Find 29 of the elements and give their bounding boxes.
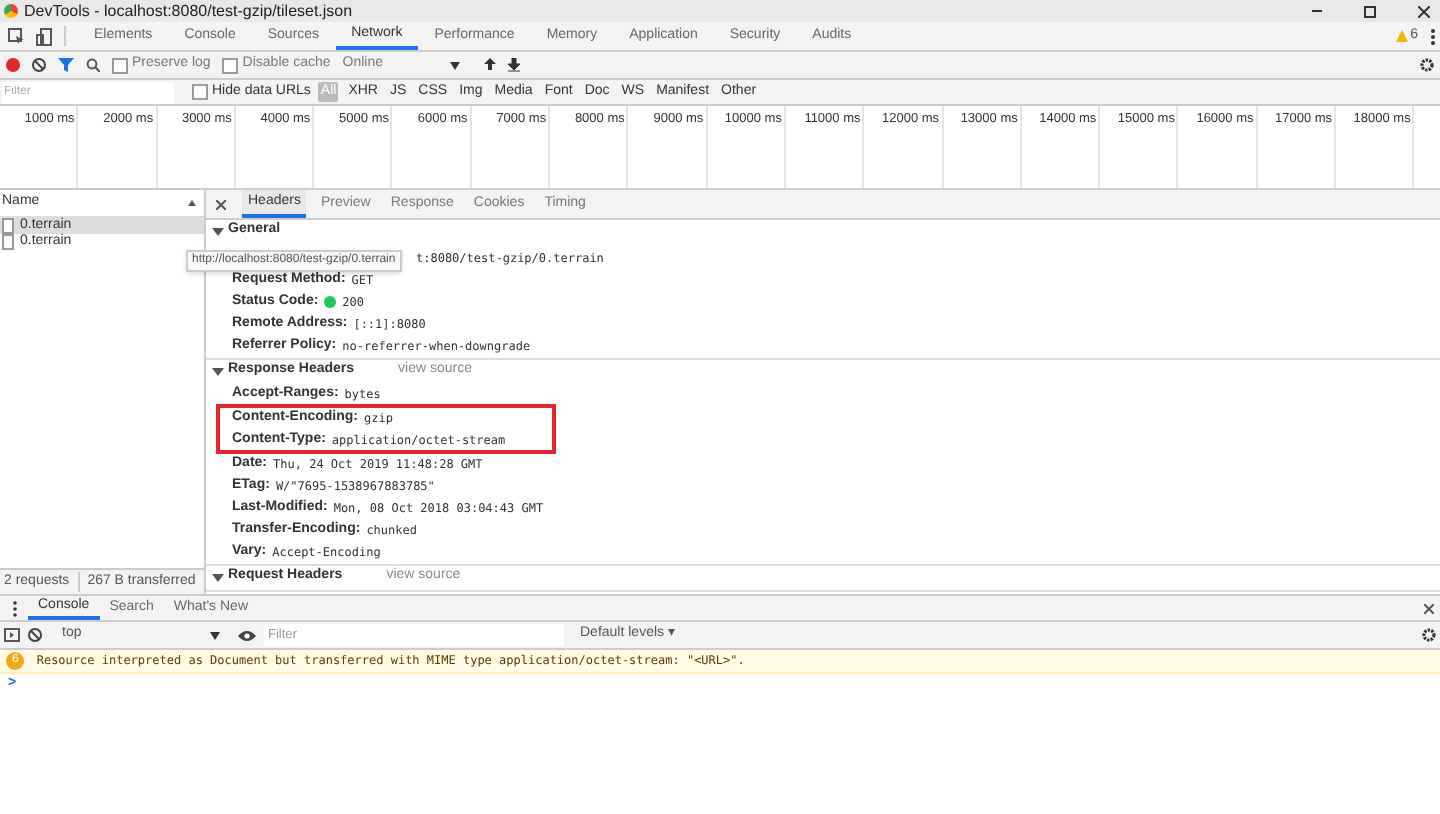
upload-icon[interactable] bbox=[484, 58, 497, 72]
record-button[interactable] bbox=[6, 58, 20, 72]
caret-icon bbox=[210, 631, 220, 639]
expand-triangle-icon[interactable] bbox=[212, 225, 224, 237]
sort-arrow-icon bbox=[188, 200, 196, 206]
warning-icon bbox=[1396, 30, 1409, 42]
expand-triangle-icon[interactable] bbox=[212, 571, 224, 583]
close-icon[interactable] bbox=[216, 199, 226, 209]
download-icon[interactable] bbox=[508, 58, 521, 72]
caret-icon bbox=[450, 61, 461, 69]
checkbox[interactable] bbox=[112, 57, 128, 73]
more-menu-icon[interactable] bbox=[12, 599, 18, 617]
filter-icon[interactable] bbox=[58, 58, 74, 72]
close-icon[interactable] bbox=[1424, 603, 1434, 613]
maximize-icon[interactable] bbox=[1364, 5, 1376, 17]
sidebar-toggle-icon[interactable] bbox=[4, 628, 20, 642]
clear-icon[interactable] bbox=[28, 628, 42, 642]
checkbox[interactable] bbox=[222, 57, 239, 73]
close-icon[interactable] bbox=[1418, 5, 1430, 17]
more-menu-icon[interactable] bbox=[1430, 27, 1436, 45]
clear-icon[interactable] bbox=[32, 58, 46, 72]
device-icon[interactable] bbox=[36, 27, 52, 45]
expand-triangle-icon[interactable] bbox=[212, 365, 224, 377]
checkbox[interactable] bbox=[192, 84, 208, 100]
window-title: DevTools - localhost:8080/test-gzip/tileset.json bbox=[24, 0, 353, 23]
inspect-icon[interactable] bbox=[8, 28, 24, 44]
search-icon[interactable] bbox=[86, 58, 100, 72]
eye-icon[interactable] bbox=[238, 629, 256, 641]
browser-logo-icon bbox=[4, 4, 18, 18]
